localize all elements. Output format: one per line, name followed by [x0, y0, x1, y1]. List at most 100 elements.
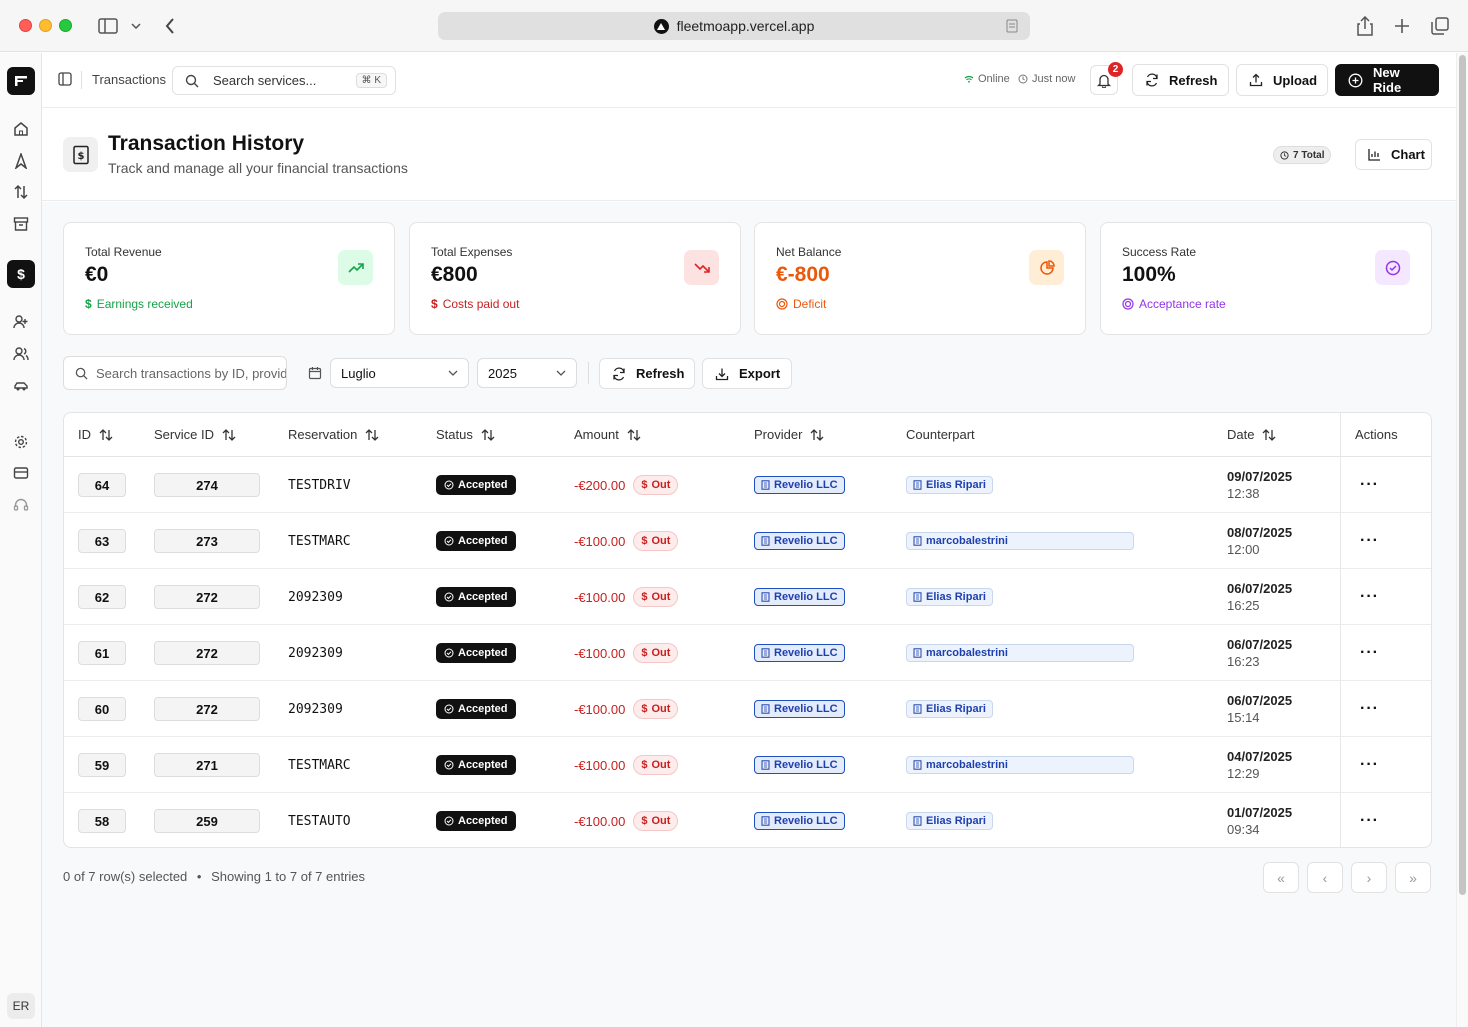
- column-header-amount[interactable]: Amount: [574, 413, 641, 456]
- provider-badge[interactable]: Revelio LLC: [754, 532, 845, 550]
- app-logo[interactable]: [7, 67, 35, 95]
- service-search-input[interactable]: Search services... ⌘ K: [172, 66, 396, 95]
- more-actions-icon[interactable]: ···: [1360, 756, 1379, 774]
- export-button[interactable]: Export: [702, 358, 792, 389]
- counterpart-badge[interactable]: Elias Ripari: [906, 700, 993, 718]
- sort-icon[interactable]: [810, 428, 824, 441]
- panel-toggle-icon[interactable]: [58, 72, 72, 91]
- users-icon[interactable]: [11, 344, 31, 364]
- column-header-service-id[interactable]: Service ID: [154, 413, 236, 456]
- navigation-icon[interactable]: [11, 151, 31, 171]
- back-arrow-icon[interactable]: [160, 14, 180, 38]
- card-subtitle-text: Earnings received: [96, 297, 193, 311]
- sort-icon[interactable]: [222, 428, 236, 441]
- avatar[interactable]: ER: [7, 993, 35, 1019]
- date-value: 01/07/2025: [1227, 805, 1293, 820]
- counterpart-badge[interactable]: marcobalestrini: [906, 532, 1134, 550]
- sort-icon[interactable]: [365, 428, 379, 441]
- tabs-overview-icon[interactable]: [1430, 14, 1450, 38]
- column-header-reservation[interactable]: Reservation: [288, 413, 379, 456]
- column-header-date[interactable]: Date: [1227, 413, 1276, 456]
- id-value: 64: [78, 473, 126, 497]
- amount-cell: -€100.00 $ Out: [574, 513, 679, 569]
- archive-icon[interactable]: [11, 214, 31, 234]
- card-label: Total Expenses: [431, 245, 513, 259]
- filter-refresh-button[interactable]: Refresh: [599, 358, 695, 389]
- previous-page-button[interactable]: ‹: [1307, 862, 1343, 893]
- page-title: Transaction History: [108, 132, 305, 155]
- counterpart-cell: Elias Ripari: [906, 681, 993, 737]
- more-actions-icon[interactable]: ···: [1360, 812, 1379, 830]
- sidebar-toggle-icon[interactable]: [96, 14, 120, 38]
- column-header-provider[interactable]: Provider: [754, 413, 824, 456]
- date-cell: 06/07/2025 15:14: [1227, 681, 1292, 737]
- table-row[interactable]: 59 271 TESTMARC Accepted -€100.00 $ Out Revelio…: [64, 737, 1431, 793]
- first-page-button[interactable]: «: [1263, 862, 1299, 893]
- credit-card-icon[interactable]: [11, 463, 31, 483]
- month-select[interactable]: Luglio: [330, 358, 469, 388]
- close-window-button[interactable]: [19, 19, 32, 32]
- counterpart-badge[interactable]: marcobalestrini: [906, 644, 1134, 662]
- refresh-button[interactable]: Refresh: [1132, 64, 1229, 96]
- counterpart-badge[interactable]: Elias Ripari: [906, 588, 993, 606]
- reader-icon[interactable]: [1006, 19, 1018, 36]
- chevron-left-icon: ‹: [1322, 869, 1328, 886]
- chevron-down-icon: [448, 370, 458, 376]
- provider-cell: Revelio LLC: [754, 513, 845, 569]
- table-row[interactable]: 61 272 2092309 Accepted -€100.00 $ Out Revelio …: [64, 625, 1431, 681]
- breadcrumb[interactable]: Transactions: [92, 72, 166, 87]
- sort-icon[interactable]: [627, 428, 641, 441]
- settings-icon[interactable]: [11, 432, 31, 452]
- headset-icon[interactable]: [11, 495, 31, 515]
- new-ride-button[interactable]: New Ride: [1335, 64, 1439, 96]
- arrows-up-down-icon[interactable]: [11, 182, 31, 202]
- table-row[interactable]: 62 272 2092309 Accepted -€100.00 $ Out Revelio …: [64, 569, 1431, 625]
- last-page-button[interactable]: »: [1395, 862, 1431, 893]
- table-row[interactable]: 64 274 TESTDRIV Accepted -€200.00 $ Out Revelio…: [64, 457, 1431, 513]
- new-tab-icon[interactable]: [1392, 14, 1412, 38]
- chart-button[interactable]: Chart: [1355, 139, 1432, 170]
- scrollbar-thumb[interactable]: [1459, 55, 1466, 895]
- more-actions-icon[interactable]: ···: [1360, 588, 1379, 606]
- transaction-search-input[interactable]: Search transactions by ID, provider...: [63, 356, 287, 390]
- sort-icon[interactable]: [99, 428, 113, 441]
- provider-badge[interactable]: Revelio LLC: [754, 644, 845, 662]
- table-row[interactable]: 60 272 2092309 Accepted -€100.00 $ Out Revelio …: [64, 681, 1431, 737]
- transaction-search-placeholder: Search transactions by ID, provider...: [96, 365, 287, 381]
- provider-badge[interactable]: Revelio LLC: [754, 476, 845, 494]
- column-header-id[interactable]: ID: [78, 413, 113, 456]
- card-value: 100%: [1122, 263, 1176, 286]
- more-actions-icon[interactable]: ···: [1360, 476, 1379, 494]
- sort-icon[interactable]: [481, 428, 495, 441]
- amount-value: -€100.00: [574, 533, 626, 549]
- sidebar-item-transactions[interactable]: $: [7, 260, 35, 288]
- home-icon[interactable]: [11, 119, 31, 139]
- year-select[interactable]: 2025: [477, 358, 577, 388]
- next-page-button[interactable]: ›: [1351, 862, 1387, 893]
- provider-badge[interactable]: Revelio LLC: [754, 588, 845, 606]
- chevron-down-icon[interactable]: [128, 14, 144, 38]
- date-cell: 06/07/2025 16:23: [1227, 625, 1292, 681]
- page-scrollbar[interactable]: [1456, 53, 1468, 1027]
- user-plus-icon[interactable]: [11, 312, 31, 332]
- more-actions-icon[interactable]: ···: [1360, 644, 1379, 662]
- table-row[interactable]: 63 273 TESTMARC Accepted -€100.00 $ Out Revelio…: [64, 513, 1431, 569]
- sort-icon[interactable]: [1262, 428, 1276, 441]
- counterpart-badge[interactable]: marcobalestrini: [906, 756, 1134, 774]
- provider-badge[interactable]: Revelio LLC: [754, 756, 845, 774]
- upload-button[interactable]: Upload: [1236, 64, 1328, 96]
- minimize-window-button[interactable]: [39, 19, 52, 32]
- maximize-window-button[interactable]: [59, 19, 72, 32]
- column-header-status[interactable]: Status: [436, 413, 495, 456]
- more-actions-icon[interactable]: ···: [1360, 532, 1379, 550]
- counterpart-badge[interactable]: Elias Ripari: [906, 476, 993, 494]
- car-icon[interactable]: [11, 376, 31, 396]
- counterpart-badge[interactable]: Elias Ripari: [906, 812, 993, 830]
- address-bar[interactable]: fleetmoapp.vercel.app: [438, 12, 1030, 40]
- table-row[interactable]: 58 259 TESTAUTO Accepted -€100.00 $ Out Revelio…: [64, 793, 1431, 847]
- share-icon[interactable]: [1355, 14, 1375, 38]
- last-update-status: Just now: [1018, 73, 1075, 85]
- more-actions-icon[interactable]: ···: [1360, 700, 1379, 718]
- provider-badge[interactable]: Revelio LLC: [754, 700, 845, 718]
- provider-badge[interactable]: Revelio LLC: [754, 812, 845, 830]
